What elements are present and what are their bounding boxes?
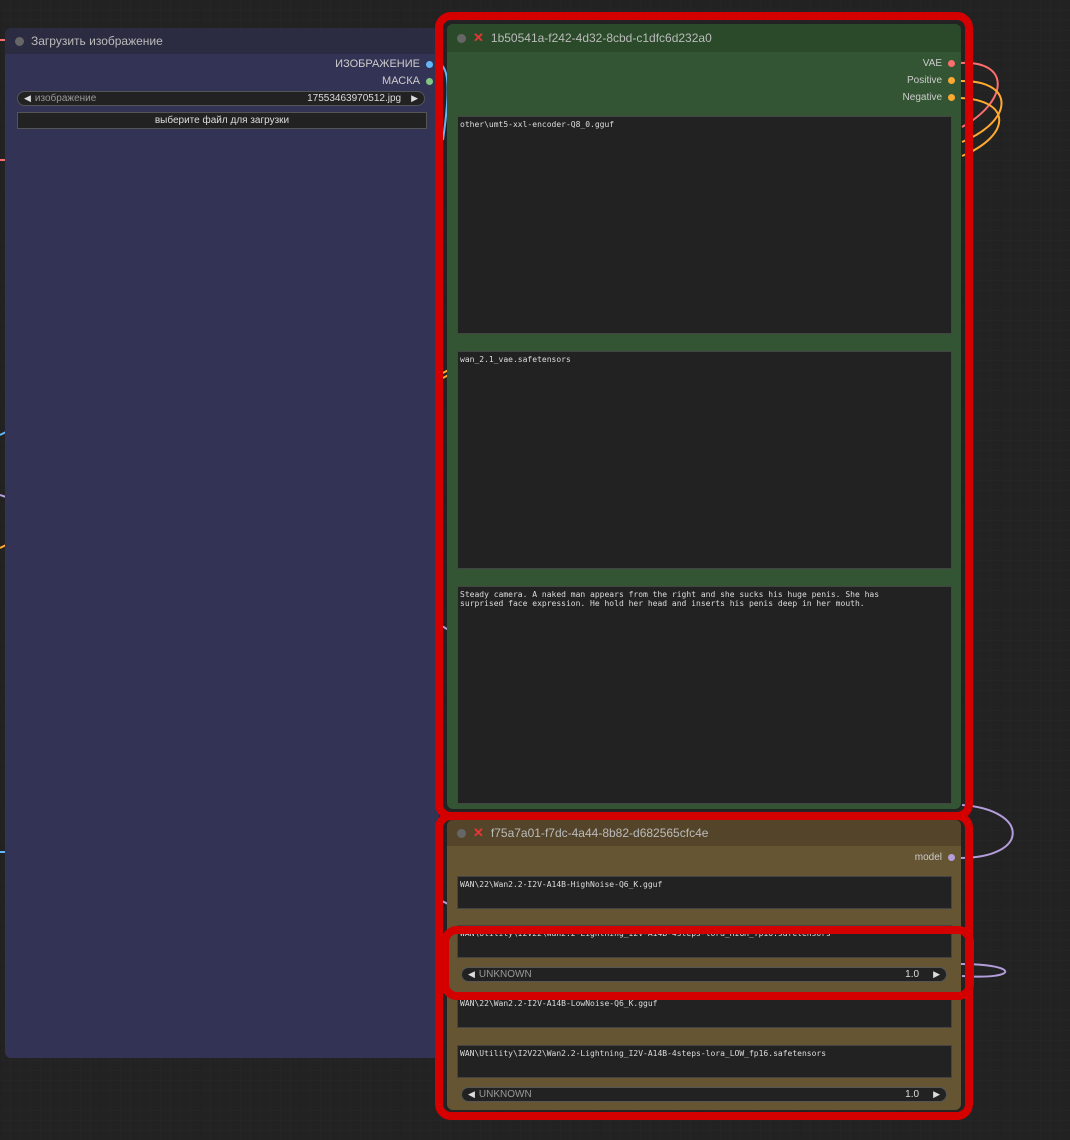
arrow-left-icon[interactable]: ◀ [24,93,31,104]
image-select-widget[interactable]: ◀ изображение 17553463970512.jpg ▶ [17,91,425,106]
arrow-right-icon[interactable]: ▶ [411,93,418,104]
output-image-label: ИЗОБРАЖЕНИЕ [335,58,420,70]
output-mask-label: МАСКА [382,75,420,87]
output-image-socket-icon[interactable] [426,60,433,68]
node-collapse-dot-icon[interactable] [15,36,24,46]
image-widget-label: изображение [34,93,97,104]
load-image-node-title-bar[interactable]: Загрузить изображение [5,28,439,54]
output-mask-socket-icon[interactable] [426,77,433,85]
output-mask[interactable]: МАСКА [382,75,433,87]
output-image[interactable]: ИЗОБРАЖЕНИЕ [335,58,433,70]
image-widget-value: 17553463970512.jpg [307,93,402,104]
highlight-frame-high-lora [441,926,974,1000]
load-image-node[interactable]: Загрузить изображение ИЗОБРАЖЕНИЕ МАСКА … [5,28,439,1058]
load-image-node-title: Загрузить изображение [31,34,163,48]
upload-file-button[interactable]: выберите файл для загрузки [17,112,427,129]
highlight-frame-text-node [435,12,973,820]
